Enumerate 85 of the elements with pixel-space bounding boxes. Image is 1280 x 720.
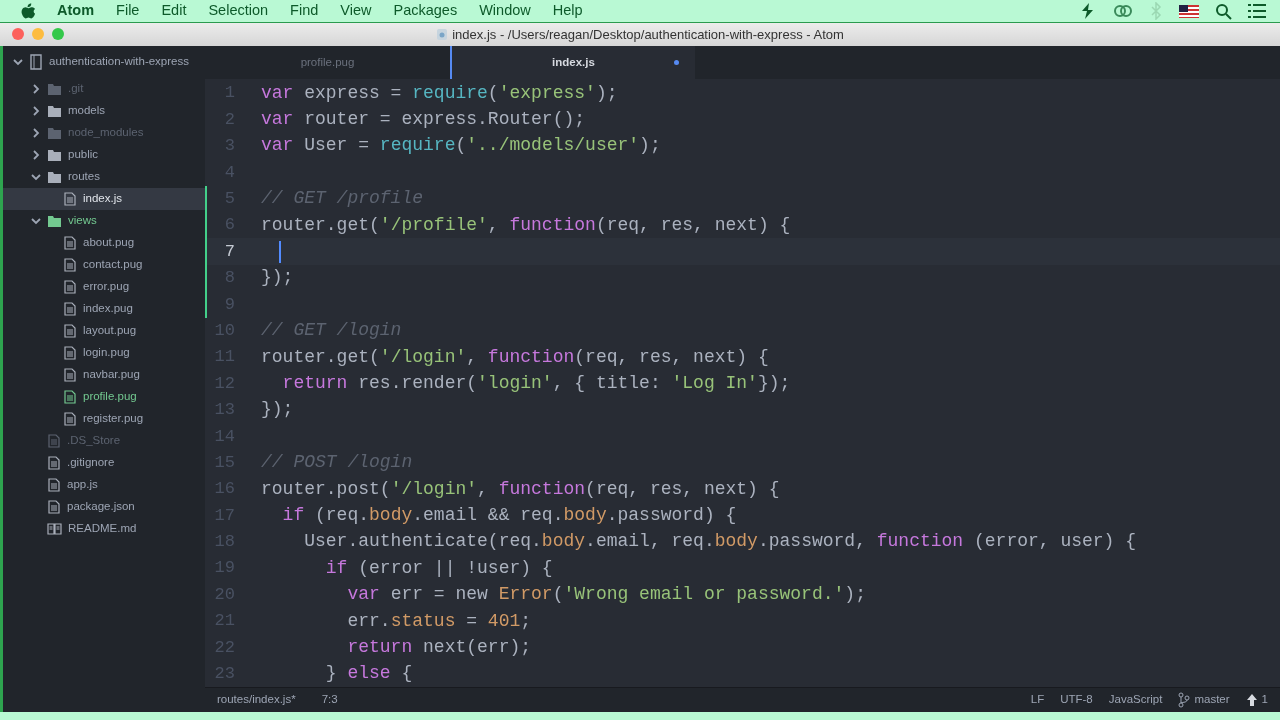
push-indicator[interactable]: 1 xyxy=(1245,691,1268,709)
menu-item[interactable]: Packages xyxy=(382,0,469,22)
code-line: err.status = 401; xyxy=(346,609,532,633)
branch-icon[interactable] xyxy=(1178,692,1191,708)
tree-item[interactable]: layout.pug xyxy=(3,320,205,342)
app-menu[interactable]: Atom xyxy=(46,0,106,22)
code-line: // GET /profile xyxy=(260,187,424,211)
tree-item[interactable]: .gitignore xyxy=(3,452,205,474)
tree-item[interactable]: README.md xyxy=(3,518,205,540)
book-icon[interactable] xyxy=(47,522,62,536)
code-line: // GET /login xyxy=(260,319,402,343)
tree-item[interactable]: app.js xyxy=(3,474,205,496)
tree-item[interactable]: navbar.pug xyxy=(3,364,205,386)
menu-item[interactable]: Selection xyxy=(197,0,280,22)
folder-icon[interactable] xyxy=(47,170,62,184)
code-line: }); xyxy=(260,398,294,422)
menu-item[interactable]: File xyxy=(105,0,151,22)
file-icon[interactable] xyxy=(63,302,77,316)
tree-item[interactable]: profile.pug xyxy=(3,386,205,408)
file-icon[interactable] xyxy=(63,280,77,294)
tree-item[interactable]: contact.pug xyxy=(3,254,205,276)
branch-indicator[interactable]: master xyxy=(1178,691,1230,709)
file-path[interactable]: routes/index.js* xyxy=(217,691,296,709)
line-number: 7 xyxy=(205,238,257,265)
file-icon[interactable] xyxy=(63,368,77,382)
menu-item[interactable]: Window xyxy=(468,0,542,22)
code-line: router.get('/profile', function(req, res, next) { xyxy=(260,213,791,237)
tree-item[interactable]: login.pug xyxy=(3,342,205,364)
tree-item[interactable]: models xyxy=(3,100,205,122)
code-line: router.post('/login', function(req, res, next) { xyxy=(260,477,780,501)
file-icon[interactable] xyxy=(47,500,61,514)
code-line: return next(err); xyxy=(346,635,532,659)
folder-icon[interactable] xyxy=(47,104,62,118)
code-line: // POST /login xyxy=(260,451,413,475)
line-ending[interactable]: LF xyxy=(1030,691,1045,709)
code-line: } else { xyxy=(324,662,413,686)
file-icon[interactable] xyxy=(63,324,77,338)
book-icon[interactable] xyxy=(29,54,43,70)
file-icon[interactable] xyxy=(47,456,61,470)
code-line: return res.render('login', { title: 'Log In'}); xyxy=(281,372,791,395)
tree-item[interactable]: public xyxy=(3,144,205,166)
tree-item[interactable]: routes xyxy=(3,166,205,188)
file-icon[interactable] xyxy=(63,192,77,206)
file-icon xyxy=(436,28,449,41)
window-title: index.js - /Users/reagan/Desktop/authentication-with-express - Atom xyxy=(452,25,844,44)
editor-tab[interactable]: index.js xyxy=(450,46,695,79)
flag-icon[interactable] xyxy=(1179,2,1199,20)
grammar[interactable]: JavaScript xyxy=(1108,691,1163,709)
code-line: if (error || !user) { xyxy=(324,556,553,580)
file-icon[interactable] xyxy=(63,412,77,426)
code-line: var err = new Error('Wrong email or password.'); xyxy=(346,583,866,607)
file-icon[interactable] xyxy=(63,258,77,272)
menu-item[interactable]: Edit xyxy=(150,0,198,22)
code-line: User.authenticate(req.body.email, req.body.password, function (error, user) { xyxy=(303,530,1136,554)
file-icon[interactable] xyxy=(63,346,77,360)
code-line: var User = require('../models/user'); xyxy=(260,134,661,158)
text-cursor xyxy=(279,240,281,263)
tree-item[interactable]: index.pug xyxy=(3,298,205,320)
folder-icon[interactable] xyxy=(47,214,62,228)
tree-item[interactable]: error.pug xyxy=(3,276,205,298)
menu-item[interactable]: View xyxy=(329,0,383,22)
tree-item[interactable]: package.json xyxy=(3,496,205,518)
apple-icon[interactable] xyxy=(20,2,36,20)
menu-item[interactable]: Find xyxy=(279,0,330,22)
file-icon[interactable] xyxy=(63,390,77,404)
code-line: var express = require('express'); xyxy=(260,81,618,105)
menu-icon[interactable] xyxy=(1248,2,1266,20)
search-icon[interactable] xyxy=(1215,2,1232,20)
modified-dot-icon xyxy=(674,60,679,65)
up-arrow-icon[interactable] xyxy=(1245,693,1258,707)
code-line: var router = express.Router(); xyxy=(260,108,586,132)
project-name[interactable]: authentication-with-express xyxy=(49,53,189,71)
tree-item[interactable]: index.js xyxy=(3,188,205,210)
cursor-position[interactable]: 7:3 xyxy=(321,691,338,709)
file-icon[interactable] xyxy=(47,478,61,492)
folder-icon[interactable] xyxy=(47,148,62,162)
menu-item[interactable]: Help xyxy=(541,0,594,22)
file-icon[interactable] xyxy=(63,236,77,250)
code-line: }); xyxy=(260,266,294,290)
code-line: router.get('/login', function(req, res, next) { xyxy=(260,345,769,369)
tree-item[interactable]: register.pug xyxy=(3,408,205,430)
tree-item[interactable]: views xyxy=(3,210,205,232)
encoding[interactable]: UTF-8 xyxy=(1060,691,1093,709)
tree-item[interactable]: about.pug xyxy=(3,232,205,254)
code-line: if (req.body.email && req.body.password) { xyxy=(281,503,737,527)
